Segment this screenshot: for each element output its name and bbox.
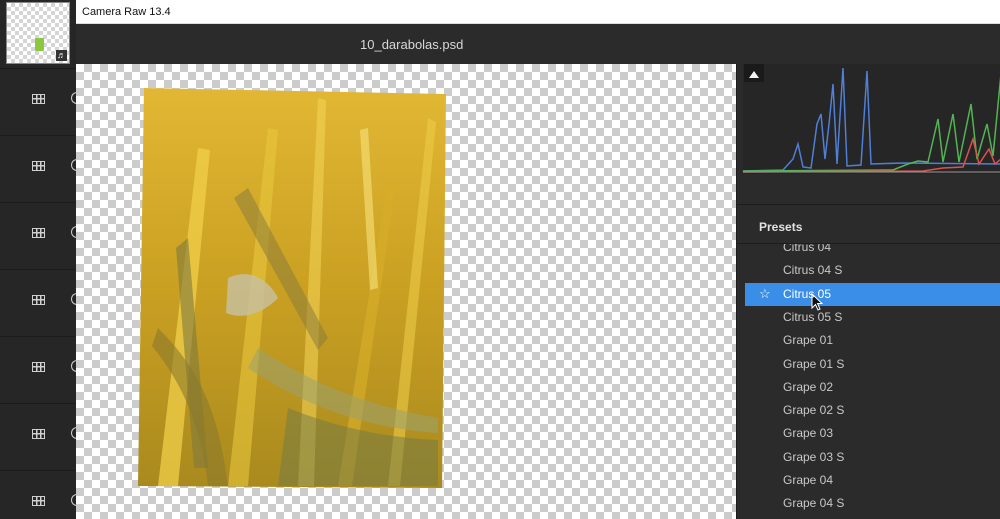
favorite-star-icon[interactable]: ☆	[759, 286, 771, 302]
filmstrip: ♬	[0, 0, 78, 519]
filmstrip-row[interactable]	[0, 202, 78, 268]
preset-label: Grape 01	[783, 333, 834, 348]
filmstrip-row[interactable]	[0, 403, 78, 469]
preset-label: Citrus 05	[783, 286, 832, 301]
preset-label: Citrus 04	[783, 244, 832, 254]
preset-label: Grape 01 S	[783, 356, 845, 371]
shadow-clipping-warning-icon[interactable]	[744, 64, 764, 82]
histogram-graph	[742, 67, 1000, 173]
preset-item[interactable]: Grape 01 S	[745, 353, 1000, 376]
preset-item[interactable]: Grape 03 S	[745, 446, 1000, 469]
presets-title: Presets	[759, 220, 803, 234]
file-name-bar: 10_darabolas.psd	[76, 24, 1000, 64]
preset-item[interactable]: Grape 02	[745, 376, 1000, 399]
preset-label: Grape 03	[783, 426, 834, 441]
window-title: Camera Raw 13.4	[82, 6, 171, 18]
title-bar: Camera Raw 13.4	[76, 0, 1000, 24]
image-canvas[interactable]	[76, 64, 736, 519]
grid-view-icon[interactable]	[32, 429, 45, 439]
right-panel: Presets Citrus 04 Citrus 04 S ☆ Citrus 05 Ci…	[736, 64, 1000, 519]
filmstrip-row[interactable]	[0, 336, 78, 402]
preset-item[interactable]: Citrus 05 S	[745, 306, 1000, 329]
preset-label: Grape 02	[783, 379, 834, 394]
grid-view-icon[interactable]	[32, 94, 45, 104]
grid-view-icon[interactable]	[32, 496, 45, 506]
preset-item[interactable]: Grape 02 S	[745, 399, 1000, 422]
histogram	[742, 64, 1000, 174]
presets-header[interactable]: Presets	[737, 204, 1000, 244]
preset-item[interactable]: Grape 04 S	[745, 492, 1000, 515]
file-name: 10_darabolas.psd	[360, 37, 464, 52]
preset-item[interactable]: Grape 01	[745, 329, 1000, 352]
grid-view-icon[interactable]	[32, 295, 45, 305]
grid-view-icon[interactable]	[32, 362, 45, 372]
preset-label: Grape 02 S	[783, 403, 845, 418]
filmstrip-row[interactable]	[0, 269, 78, 335]
thumbnail-image	[35, 38, 44, 51]
audio-badge-icon: ♬	[56, 50, 67, 61]
preset-item[interactable]: Grape 04	[745, 469, 1000, 492]
filmstrip-row[interactable]	[0, 470, 78, 519]
grid-view-icon[interactable]	[32, 161, 45, 171]
preset-label: Citrus 04 S	[783, 263, 843, 278]
preset-item[interactable]: Grape 03	[745, 422, 1000, 445]
grid-view-icon[interactable]	[32, 228, 45, 238]
presets-list: Citrus 04 Citrus 04 S ☆ Citrus 05 Citrus 05 …	[745, 244, 1000, 519]
preset-item[interactable]: Citrus 04	[745, 244, 1000, 259]
preset-item[interactable]: ☆ Citrus 05	[745, 282, 1000, 311]
photo-preview	[138, 88, 446, 488]
filmstrip-thumbnail[interactable]: ♬	[6, 2, 70, 64]
filmstrip-row[interactable]	[0, 135, 78, 201]
preset-label: Grape 04 S	[783, 496, 845, 511]
filmstrip-row[interactable]	[0, 68, 78, 134]
preset-label: Grape 03 S	[783, 449, 845, 464]
preset-label: Grape 04	[783, 473, 834, 487]
preset-item[interactable]: Citrus 04 S	[745, 259, 1000, 282]
camera-raw-window: ♬ Camera Raw 13.4 10_darabolas.psd Prese…	[0, 0, 1000, 519]
preset-label: Citrus 05 S	[783, 309, 843, 324]
